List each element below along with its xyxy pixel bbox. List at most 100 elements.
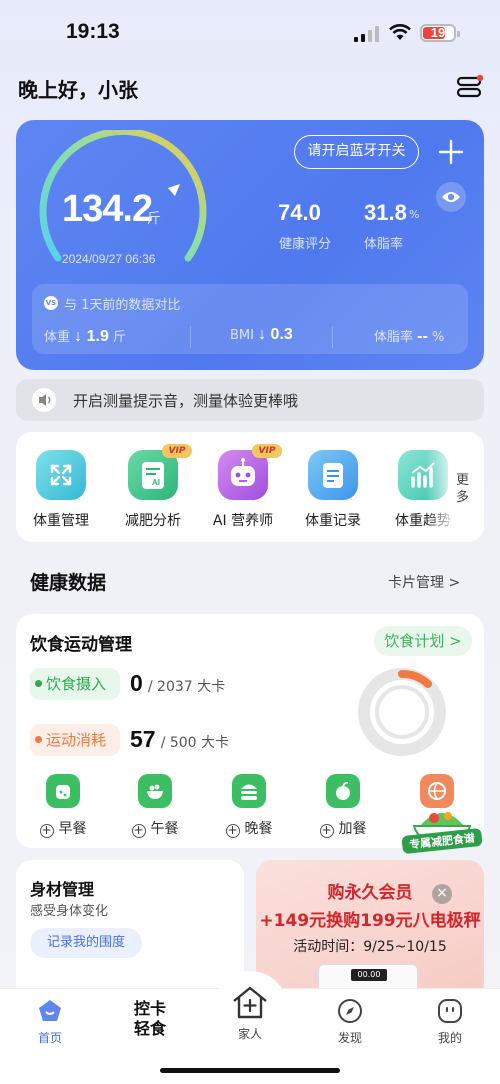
nav-label: 发现: [337, 1031, 362, 1045]
tool-label: 体重记录: [305, 513, 361, 529]
calorie-ring-chart: [358, 668, 446, 756]
weight-datetime: 2024/09/27 06:36: [62, 252, 156, 266]
health-score-label: 健康评分: [279, 237, 332, 252]
family-house-icon: [233, 986, 267, 1019]
nav-label: 首页: [37, 1031, 62, 1045]
weight-value: 134.2: [62, 188, 153, 230]
promo-banner[interactable]: 购永久会员 +149元换购199元八电极秤 活动时间：9/25~10/15 × …: [256, 860, 484, 1000]
comparison-title: 与 1天前的数据对比: [64, 298, 181, 313]
meal-lunch[interactable]: + 午餐: [120, 774, 190, 838]
speaker-icon: [32, 388, 56, 412]
card-manage-link[interactable]: 卡片管理 >: [388, 572, 460, 592]
tool-label: AI 营养师: [212, 513, 274, 529]
cellular-signal-icon: [354, 26, 380, 42]
nav-label: 我的: [437, 1031, 462, 1045]
body-fat-label: 体脂率: [364, 237, 404, 252]
burn-label: 运动消耗: [46, 731, 107, 749]
vs-badge: VS: [44, 296, 58, 310]
diet-card-title: 饮食运动管理: [30, 635, 132, 655]
expand-icon: [36, 450, 86, 500]
status-time: 19:13: [66, 20, 120, 43]
intake-value: 0: [130, 670, 143, 696]
intake-value-group: 0 / 2037 大卡: [130, 670, 225, 697]
eye-icon: [442, 192, 460, 202]
scale-display: 00.00: [351, 969, 387, 981]
health-score-value: 74.0: [278, 200, 321, 225]
add-icon[interactable]: [437, 138, 465, 166]
nav-label: 家人: [237, 1027, 262, 1041]
close-icon[interactable]: ×: [432, 884, 452, 904]
fat-compare-label: 体脂率: [374, 330, 414, 345]
meal-dinner[interactable]: + 晚餐: [214, 774, 284, 838]
apple-icon: [326, 774, 360, 808]
wifi-icon: [389, 24, 411, 40]
bluetooth-button[interactable]: 请开启蓝牙开关: [294, 135, 419, 169]
tool-weight-loss-analysis[interactable]: AI VIP 减肥分析: [108, 444, 198, 530]
vip-badge: VIP: [252, 444, 282, 458]
fat-compare: 体脂率 -- %: [374, 326, 444, 346]
eye-toggle-button[interactable]: [436, 182, 466, 212]
nav-family[interactable]: 家人: [210, 983, 290, 1042]
body-card-subtitle: 感受身体变化: [30, 904, 109, 919]
tool-ai-nutritionist[interactable]: VIP AI 营养师: [198, 444, 288, 530]
fat-compare-unit: %: [431, 330, 445, 345]
profile-icon: [438, 999, 462, 1023]
burn-pill: 运动消耗: [30, 724, 120, 756]
health-data-title: 健康数据: [30, 572, 107, 594]
battery-icon: 19: [420, 24, 460, 42]
weight-compare: 体重 ↓ 1.9 斤: [44, 326, 126, 346]
weight-compare-delta: ↓ 1.9: [74, 328, 109, 345]
tool-weight-record[interactable]: 体重记录: [288, 446, 378, 530]
record-icon: [308, 450, 358, 500]
meal-label: + 加餐: [319, 821, 367, 838]
meal-snack[interactable]: + 加餐: [308, 774, 378, 838]
bmi-compare: BMI ↓ 0.3: [230, 326, 293, 344]
promo-period: 活动时间：9/25~10/15: [293, 939, 447, 955]
breakfast-icon: [46, 774, 80, 808]
meal-breakfast[interactable]: + 早餐: [28, 774, 98, 838]
weight-compare-unit: 斤: [112, 330, 126, 345]
burger-icon: [232, 774, 266, 808]
body-card-title: 身材管理: [30, 880, 95, 899]
nav-light-meal[interactable]: 控卡 轻食: [110, 999, 190, 1039]
meal-label: + 晚餐: [225, 821, 273, 838]
tools-panel: 体重管理 AI VIP 减肥分析 VIP AI 营养师 体重记录 体重趋势 更多: [16, 432, 484, 542]
meal-label: + 早餐: [39, 821, 87, 838]
intake-label: 饮食摄入: [46, 675, 107, 693]
tool-weight-management[interactable]: 体重管理: [16, 446, 106, 530]
ai-text: AI: [152, 478, 160, 487]
greeting-title: 晚上好，小张: [18, 78, 138, 102]
promo-offer: +149元换购199元八电极秤: [259, 911, 481, 931]
nav-home[interactable]: 首页: [10, 997, 90, 1046]
tool-label: 减肥分析: [125, 513, 181, 529]
bmi-compare-label: BMI: [230, 328, 254, 343]
recipe-badge[interactable]: 专属减肥食谱: [400, 800, 484, 856]
body-management-card[interactable]: 身材管理 感受身体变化 记录我的围度: [16, 860, 244, 1000]
home-face-icon: [39, 1000, 61, 1021]
menu-icon[interactable]: [456, 74, 484, 100]
robot-icon: VIP: [218, 444, 282, 500]
gauge-pointer: [168, 184, 180, 196]
intake-target: / 2037 大卡: [147, 679, 226, 695]
weight-card[interactable]: 134.2 斤 2024/09/27 06:36 请开启蓝牙开关 74.0 健康…: [16, 120, 484, 370]
sound-tip-text: 开启测量提示音，测量体验更棒哦: [73, 392, 299, 410]
comparison-panel[interactable]: VS 与 1天前的数据对比 体重 ↓ 1.9 斤 BMI ↓ 0.3 体脂率 -…: [32, 284, 468, 354]
compass-icon: [338, 999, 362, 1023]
meal-label: + 午餐: [131, 821, 179, 838]
nav-mine[interactable]: 我的: [410, 997, 490, 1046]
body-fat-value: 31.8: [364, 200, 407, 225]
tool-label: 体重管理: [33, 513, 89, 529]
record-measurements-button[interactable]: 记录我的围度: [30, 928, 142, 958]
lunch-bowl-icon: [138, 774, 172, 808]
battery-level: 19: [430, 25, 446, 40]
fat-compare-delta: --: [417, 328, 428, 345]
home-indicator: [160, 1068, 340, 1073]
bmi-compare-delta: ↓ 0.3: [258, 326, 293, 343]
ai-report-icon: AI VIP: [128, 444, 192, 500]
sound-tip-banner[interactable]: 开启测量提示音，测量体验更棒哦: [16, 379, 484, 421]
weight-compare-label: 体重: [44, 330, 71, 345]
tools-more-button[interactable]: 更多: [456, 472, 470, 506]
burn-target: / 500 大卡: [160, 735, 230, 751]
diet-plan-button[interactable]: 饮食计划 >: [374, 626, 472, 656]
nav-discover[interactable]: 发现: [310, 997, 390, 1046]
